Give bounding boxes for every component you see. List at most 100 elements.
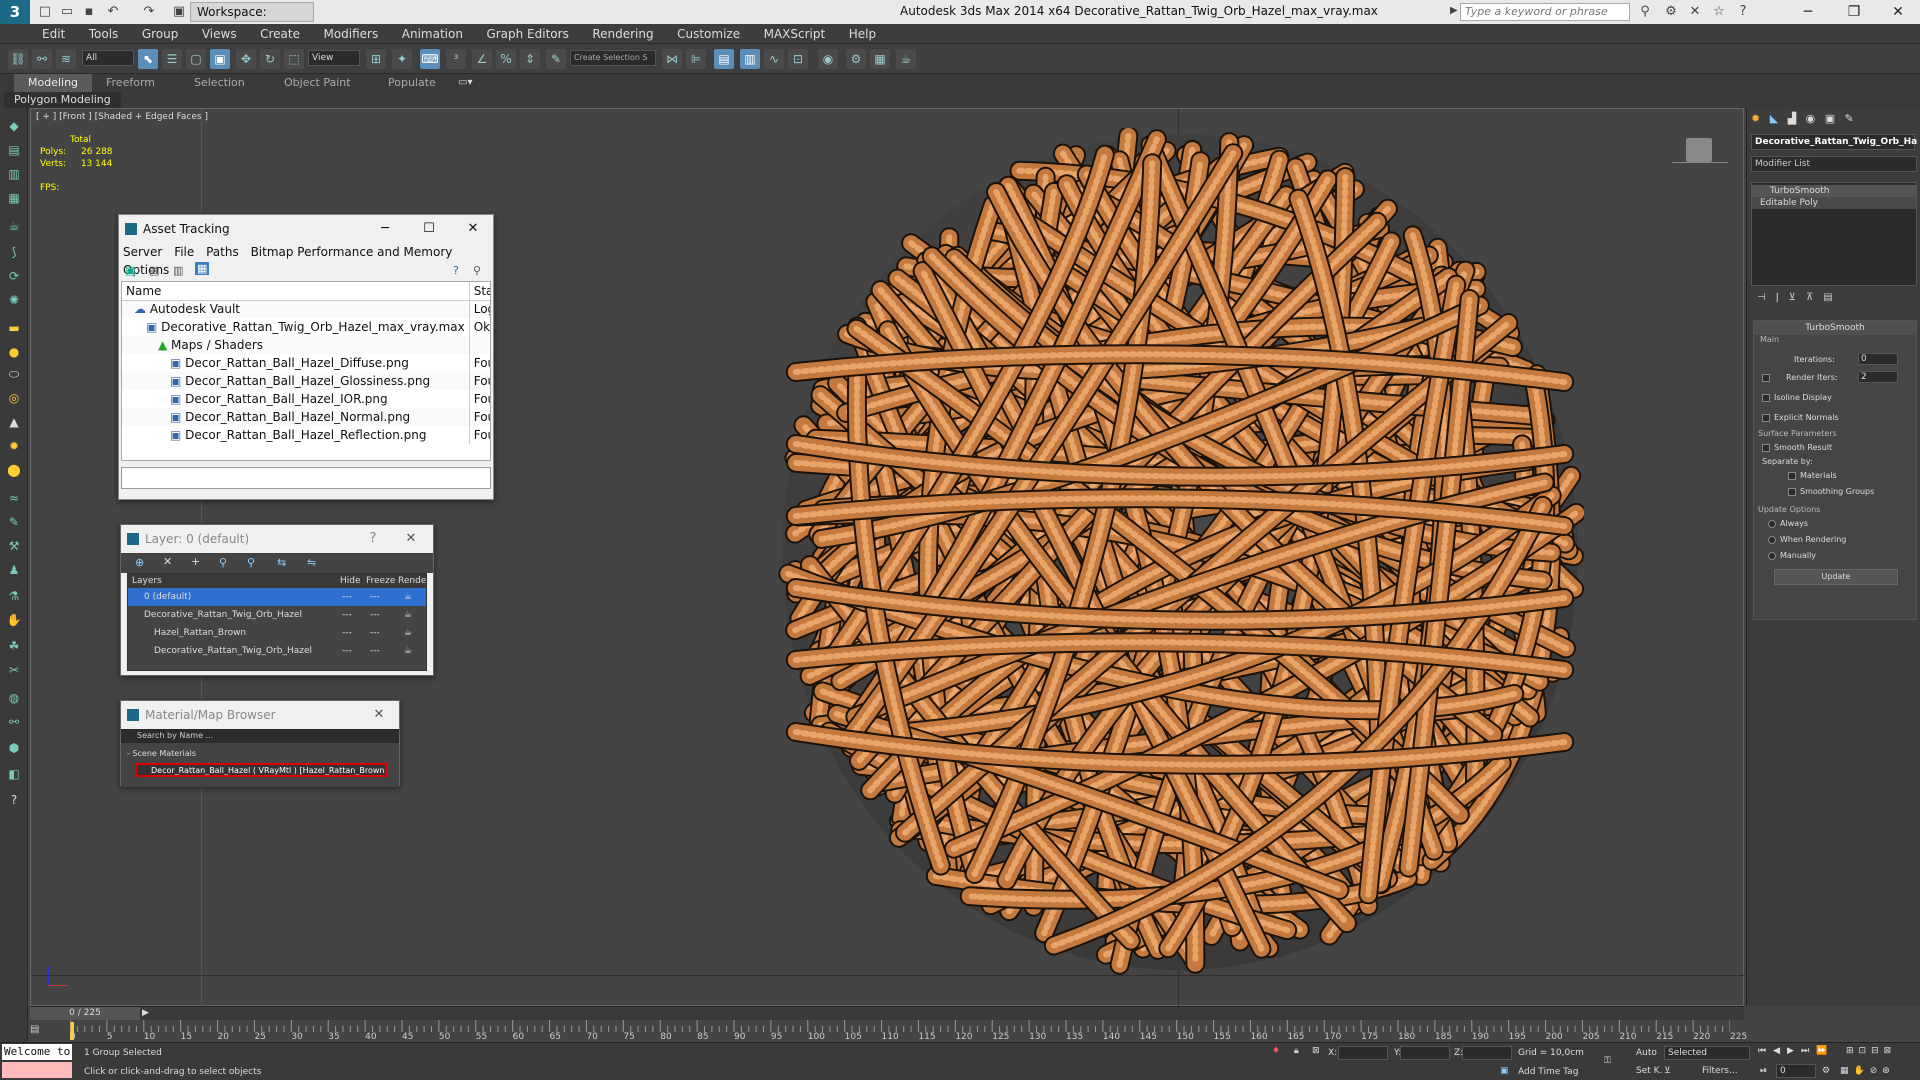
undo-icon[interactable]: ↶ bbox=[104, 3, 122, 21]
scene-materials-group[interactable]: - Scene Materials bbox=[121, 747, 399, 761]
communication-icon[interactable]: ✕ bbox=[1686, 3, 1704, 21]
rattan-orb-model[interactable] bbox=[770, 128, 1584, 976]
modifier-stack[interactable]: TurboSmooth Editable Poly bbox=[1751, 182, 1917, 286]
asset-row[interactable]: ▣ Decor_Rattan_Ball_Hazel_IOR.png Found bbox=[122, 390, 490, 408]
viewport-label[interactable]: [ + ] [Front ] [Shaded + Edged Faces ] bbox=[36, 112, 208, 122]
utilities-tab-icon[interactable]: ✎ bbox=[1845, 112, 1854, 125]
app-logo-icon[interactable]: 3 bbox=[0, 0, 30, 24]
delete-layer-icon[interactable]: ✕ bbox=[163, 555, 172, 568]
expand-arrow-icon[interactable]: ▶ bbox=[1450, 5, 1458, 16]
layer-hide-toggle[interactable]: --- bbox=[342, 588, 352, 606]
curve-editor-icon[interactable]: ∿ bbox=[764, 49, 784, 69]
material-search-input[interactable]: Search by Name ... bbox=[121, 729, 399, 743]
viewcube-icon[interactable] bbox=[1686, 138, 1712, 162]
tab-modeling[interactable]: Modeling bbox=[14, 74, 93, 92]
bones-icon[interactable]: ⚒ bbox=[4, 536, 24, 556]
modifier-list-dropdown[interactable]: Modifier List bbox=[1751, 156, 1917, 172]
menu-edit[interactable]: Edit bbox=[32, 24, 75, 44]
time-tag-icon[interactable]: ▣ bbox=[1500, 1066, 1509, 1076]
restore-button[interactable]: ❐ bbox=[1834, 0, 1874, 24]
layer-row[interactable]: 0 (default) --- --- ☕ bbox=[128, 588, 426, 606]
close-button[interactable]: ✕ bbox=[1878, 0, 1918, 24]
motion-tab-icon[interactable]: ◉ bbox=[1806, 112, 1816, 125]
smooth-result-checkbox[interactable] bbox=[1762, 443, 1770, 452]
asset-row[interactable]: ▲ Maps / Shaders bbox=[122, 336, 490, 354]
materials-checkbox[interactable] bbox=[1788, 471, 1796, 480]
layer-header-freeze[interactable]: Freeze bbox=[366, 574, 395, 588]
ribbon-options-icon[interactable]: ▭▾ bbox=[458, 77, 472, 88]
column-header-name[interactable]: Name bbox=[122, 282, 470, 300]
smoothing-groups-checkbox[interactable] bbox=[1788, 487, 1796, 496]
new-layer-icon[interactable]: ⊕ bbox=[135, 556, 144, 569]
tab-selection[interactable]: Selection bbox=[180, 74, 259, 92]
sphere-icon[interactable]: ● bbox=[4, 342, 24, 362]
layer-titlebar[interactable]: Layer: 0 (default) ? ✕ bbox=[121, 525, 433, 553]
noise-icon[interactable]: ✺ bbox=[4, 290, 24, 310]
torus-icon[interactable]: ◎ bbox=[4, 388, 24, 408]
cone-icon[interactable]: ▲ bbox=[4, 412, 24, 432]
layer-freeze-toggle[interactable]: --- bbox=[370, 642, 380, 660]
tab-object-paint[interactable]: Object Paint bbox=[270, 74, 365, 92]
ribbon-polygon-modeling-panel[interactable]: Polygon Modeling bbox=[4, 92, 121, 108]
angle-snap-icon[interactable]: ∠ bbox=[472, 49, 492, 69]
asset-path-field[interactable] bbox=[121, 467, 491, 489]
menu-customize[interactable]: Customize bbox=[667, 24, 750, 44]
material-close-button[interactable]: ✕ bbox=[359, 701, 399, 729]
rect-selection-icon[interactable]: ▢ bbox=[186, 49, 206, 69]
stack-tools[interactable]: ⊣ǀ⊻⊼▤ bbox=[1757, 292, 1843, 303]
key-icon[interactable]: ⚿ bbox=[1604, 1056, 1611, 1066]
freeze-all-icon[interactable]: ⇋ bbox=[307, 556, 316, 569]
iterations-spinner[interactable]: 0 bbox=[1858, 353, 1898, 365]
refresh-icon[interactable]: ▣ bbox=[125, 264, 135, 277]
asset-row[interactable]: ☁ Autodesk Vault Logged O... bbox=[122, 300, 490, 318]
align-icon[interactable]: ⊫ bbox=[686, 49, 706, 69]
globe-icon[interactable]: ◍ bbox=[4, 688, 24, 708]
x-coordinate-field[interactable] bbox=[1338, 1046, 1388, 1060]
y-coordinate-field[interactable] bbox=[1400, 1046, 1450, 1060]
menu-modifiers[interactable]: Modifiers bbox=[313, 24, 388, 44]
viewport-nav-controls-top[interactable]: ⊞⊡⊟⊠ bbox=[1846, 1046, 1896, 1056]
help-search-input[interactable]: Type a keyword or phrase bbox=[1460, 3, 1630, 21]
isoline-display-checkbox[interactable] bbox=[1762, 393, 1770, 402]
unlink-icon[interactable]: ⚯ bbox=[32, 49, 52, 69]
material-item-decor-rattan[interactable]: Decor_Rattan_Ball_Hazel ( VRayMtl ) [Haz… bbox=[135, 763, 387, 777]
maxscript-listener[interactable]: Welcome to bbox=[2, 1044, 72, 1060]
material-editor-icon[interactable]: ◉ bbox=[818, 49, 838, 69]
layer-manager-icon[interactable]: ▤ bbox=[714, 49, 734, 69]
absolute-mode-icon[interactable]: ⊠ bbox=[1312, 1046, 1320, 1056]
menu-create[interactable]: Create bbox=[250, 24, 310, 44]
isolate-selection-icon[interactable]: ♦ bbox=[1272, 1046, 1280, 1056]
selection-filter-dropdown[interactable]: All bbox=[82, 50, 134, 66]
time-slider-thumb[interactable]: 0 / 225 bbox=[30, 1007, 140, 1020]
render-iters-checkbox[interactable] bbox=[1762, 373, 1770, 382]
menu-rendering[interactable]: Rendering bbox=[582, 24, 663, 44]
stack-item-editable-poly[interactable]: Editable Poly bbox=[1752, 197, 1916, 209]
favorites-star-icon[interactable]: ☆ bbox=[1710, 3, 1728, 21]
reference-coordinate-dropdown[interactable]: View bbox=[308, 50, 360, 66]
help-icon[interactable]: ? bbox=[1734, 3, 1752, 21]
rollout-title[interactable]: TurboSmooth bbox=[1754, 321, 1916, 335]
hair-icon[interactable]: ☘ bbox=[4, 636, 24, 656]
asset-pin-icon[interactable]: ⚲ bbox=[473, 264, 481, 277]
rotate-icon[interactable]: ↻ bbox=[260, 49, 280, 69]
menu-help[interactable]: Help bbox=[839, 24, 886, 44]
asset-help-icon[interactable]: ? bbox=[453, 264, 459, 277]
current-frame-field[interactable]: 0 bbox=[1776, 1064, 1816, 1078]
key-mode-icon[interactable]: ⊻ bbox=[1664, 1066, 1671, 1076]
shapes-icon[interactable]: ▤ bbox=[4, 140, 24, 160]
layer-close-button[interactable]: ✕ bbox=[391, 525, 431, 553]
playback-controls[interactable]: ⏮◀▶⏭⏩ bbox=[1758, 1046, 1834, 1056]
layer-help-button[interactable]: ? bbox=[353, 525, 393, 553]
explicit-normals-checkbox[interactable] bbox=[1762, 413, 1770, 422]
bind-space-warp-icon[interactable]: ≋ bbox=[56, 49, 76, 69]
asset-close-button[interactable]: ✕ bbox=[453, 215, 493, 243]
mirror-icon[interactable]: ⋈ bbox=[662, 49, 682, 69]
redo-icon[interactable]: ↷ bbox=[140, 3, 158, 21]
create-tab-icon[interactable]: ✹ bbox=[1751, 112, 1760, 125]
minimize-button[interactable]: ─ bbox=[1788, 0, 1828, 24]
named-selection-sets-dropdown[interactable]: Create Selection S bbox=[570, 50, 656, 66]
add-time-tag[interactable]: Add Time Tag bbox=[1518, 1067, 1578, 1077]
toggle-icon[interactable]: ◧ bbox=[4, 764, 24, 784]
select-in-layer-icon[interactable]: ⚲ bbox=[219, 556, 227, 569]
layer-render-toggle[interactable]: ☕ bbox=[404, 588, 412, 606]
